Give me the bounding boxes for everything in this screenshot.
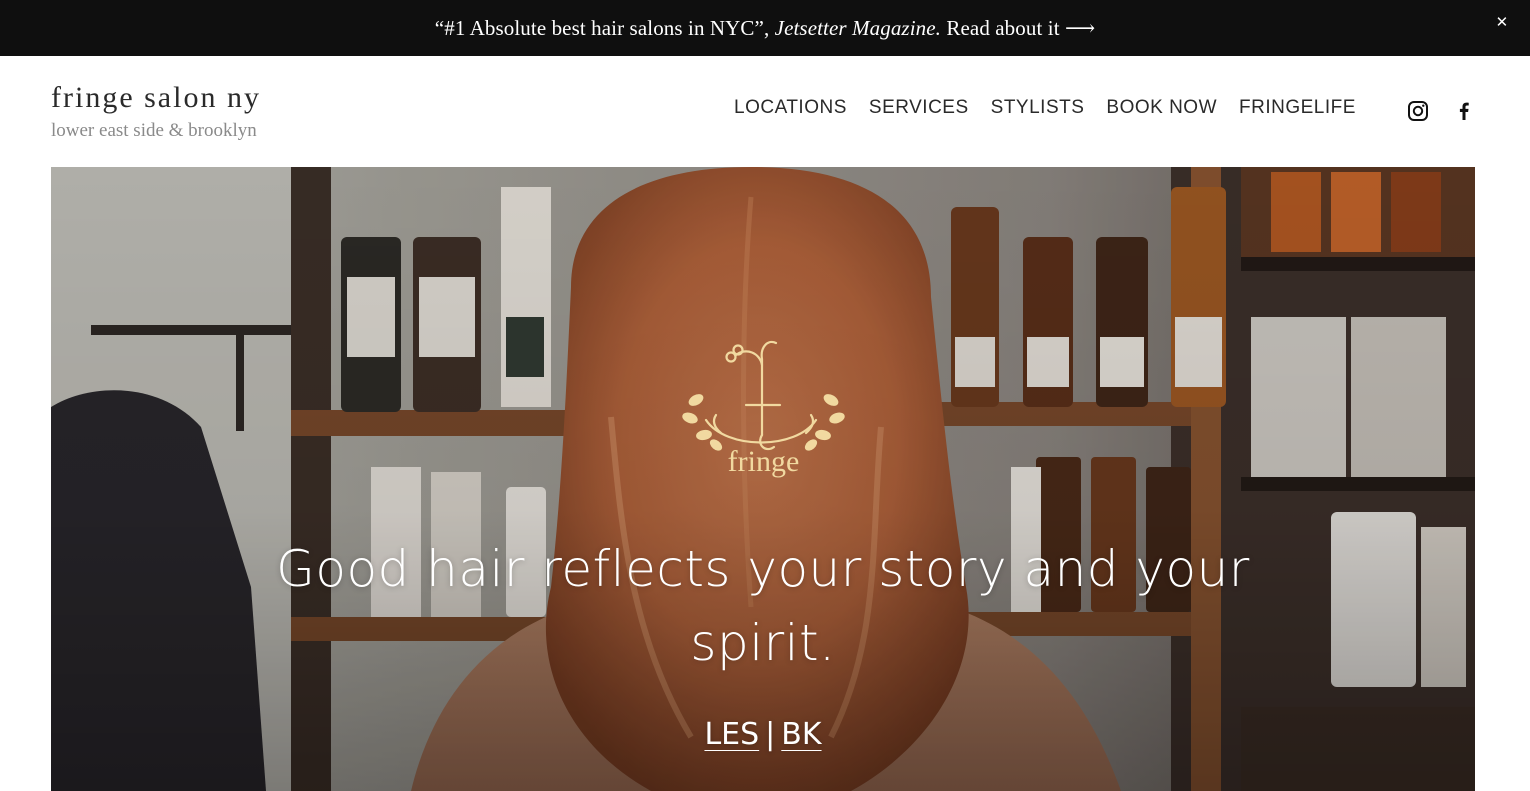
instagram-icon[interactable] bbox=[1406, 99, 1430, 123]
announcement-read-link[interactable]: Read about it ⟶ bbox=[941, 16, 1095, 41]
logo-wordmark: fringe bbox=[727, 445, 800, 478]
close-icon[interactable]: ✕ bbox=[1492, 12, 1512, 32]
location-link-les[interactable]: LES bbox=[704, 717, 759, 752]
announcement-quote: “#1 Absolute best hair salons in NYC”, bbox=[434, 15, 775, 40]
main-nav: LOCATIONS SERVICES STYLISTS BOOK NOW FRI… bbox=[734, 95, 1378, 121]
hero-banner: fringe Good hair reflects your story and… bbox=[51, 167, 1475, 791]
nav-item-book-now[interactable]: BOOK NOW bbox=[1106, 95, 1217, 121]
location-separator: | bbox=[765, 717, 776, 752]
nav-item-services[interactable]: SERVICES bbox=[869, 95, 969, 121]
announcement-text: “#1 Absolute best hair salons in NYC”, J… bbox=[435, 16, 1095, 41]
social-links bbox=[1406, 99, 1476, 123]
site-title[interactable]: fringe salon ny bbox=[51, 80, 261, 116]
site-tagline: lower east side & brooklyn bbox=[51, 120, 257, 141]
nav-item-fringelife[interactable]: FRINGELIFE bbox=[1239, 95, 1356, 121]
location-links: LES | BK bbox=[51, 717, 1475, 752]
nav-item-locations[interactable]: LOCATIONS bbox=[734, 95, 847, 121]
hero-headline: Good hair reflects your story and your s… bbox=[276, 540, 1250, 672]
location-link-bk[interactable]: BK bbox=[781, 717, 821, 752]
nav-item-stylists[interactable]: STYLISTS bbox=[991, 95, 1085, 121]
brand[interactable]: fringe salon ny lower east side & brookl… bbox=[51, 80, 261, 144]
announcement-source: Jetsetter Magazine. bbox=[774, 15, 942, 40]
facebook-icon[interactable] bbox=[1452, 99, 1476, 123]
announcement-bar: “#1 Absolute best hair salons in NYC”, J… bbox=[0, 0, 1530, 56]
